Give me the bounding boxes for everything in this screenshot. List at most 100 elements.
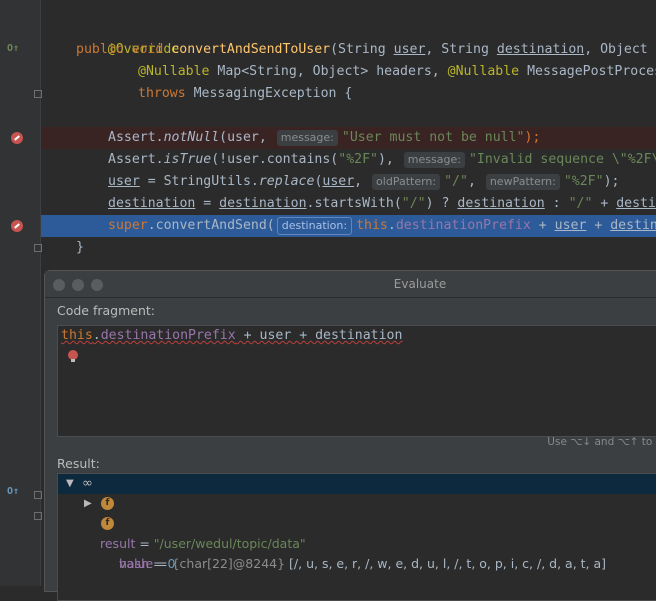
- code-text: ) ?: [425, 196, 458, 211]
- code-text: , String: [425, 42, 497, 57]
- variable: destina: [610, 218, 656, 233]
- code-text: (String: [330, 42, 394, 57]
- string-literal: "%2F": [563, 174, 604, 189]
- variable: destina: [616, 196, 656, 211]
- error-bulb-icon[interactable]: [68, 350, 78, 362]
- code-text: = StringUtils.: [139, 174, 259, 189]
- code-text: .: [387, 218, 396, 233]
- code-text: (!user.contains(: [211, 152, 339, 167]
- keyword: public: [76, 42, 124, 57]
- tree-row-result[interactable]: ▼ ∞ result = "/user/wedul/topic/data": [58, 474, 656, 551]
- code-line: user = StringUtils.replace(user, oldPatt…: [41, 171, 656, 193]
- field-name: hash: [119, 556, 150, 571]
- code-fragment-text: this.destinationPrefix + user + destinat…: [61, 328, 402, 343]
- annotation: @Nullable: [138, 64, 210, 79]
- field-icon: f: [101, 497, 114, 510]
- code-line: }: [41, 237, 656, 259]
- code-text: +: [592, 196, 617, 211]
- tree-row-hash[interactable]: f hash = 0: [58, 514, 656, 571]
- navigation-hint: Use ⌥↓ and ⌥↑ to nav: [547, 436, 656, 448]
- result-name: result: [100, 536, 136, 551]
- code-text: +: [586, 218, 611, 233]
- code-text: =: [195, 196, 220, 211]
- code-text: .convertAndSend(: [147, 218, 275, 233]
- code-text: );: [603, 174, 620, 189]
- code-line: @Nullable Map<String, Object> headers, @…: [41, 61, 656, 83]
- keyword: throws: [138, 86, 186, 101]
- code-fragment-label: Code fragment:: [57, 303, 156, 318]
- field-value: [/, u, s, e, r, /, w, e, d, u, l, /, t, …: [289, 556, 607, 571]
- param-name: destination: [496, 42, 585, 57]
- chevron-down-icon[interactable]: ▼: [66, 474, 74, 494]
- field-name: destinationPrefix: [100, 328, 236, 343]
- annotation: @Nullable: [447, 64, 520, 79]
- code-text: );: [524, 130, 541, 145]
- dialog-title: Evaluate: [393, 277, 447, 291]
- keyword: this: [61, 328, 93, 343]
- code-text: Assert.: [108, 130, 164, 145]
- override-method-icon[interactable]: O↑: [7, 43, 19, 54]
- watch-infinity-icon: ∞: [82, 476, 93, 491]
- variable: destination: [219, 196, 307, 211]
- parameter-hint: newPattern:: [485, 174, 560, 190]
- parameter-hint: message:: [403, 152, 465, 168]
- string-literal: "Invalid sequence \"%2F\": [468, 152, 656, 167]
- field-type: {char[22]@8244}: [171, 556, 286, 571]
- code-text: , Object pa: [584, 42, 656, 57]
- chevron-right-icon[interactable]: ▶: [84, 494, 92, 514]
- variable: destination: [457, 196, 545, 211]
- tree-row-value[interactable]: ▶ f value = {char[22]@8244} [/, u, s, e,…: [58, 494, 656, 571]
- breakpoint-icon[interactable]: [11, 220, 23, 232]
- method-name: notNull: [163, 130, 220, 145]
- code-text: ),: [377, 152, 402, 167]
- code-text: MessagePostProcess: [519, 64, 656, 79]
- code-text: MessagingException {: [185, 86, 353, 101]
- keyword: super: [108, 218, 148, 233]
- code-text: }: [76, 240, 84, 255]
- param-name: user: [393, 42, 426, 57]
- string-literal: "User must not be null": [341, 130, 525, 145]
- variable: destination: [108, 196, 196, 211]
- variable: user: [108, 174, 140, 189]
- field-value: 0: [167, 556, 176, 571]
- string-literal: "/": [444, 174, 468, 189]
- variable: user: [554, 218, 587, 233]
- code-text: Map<String, Object> headers,: [209, 64, 448, 79]
- string-literal: "/": [401, 196, 426, 211]
- code-line: Assert.isTrue(!user.contains("%2F"), mes…: [41, 149, 656, 171]
- result-eq: =: [135, 536, 154, 551]
- result-line: result = "/user/wedul/topic/data": [100, 534, 306, 554]
- code-text: Assert.: [108, 152, 164, 167]
- string-literal: "%2F": [338, 152, 378, 167]
- code-text: :: [544, 196, 569, 211]
- code-fragment-input[interactable]: this.destinationPrefix + user + destinat…: [57, 325, 656, 437]
- code-text: .startsWith(: [306, 196, 402, 211]
- method-name: replace: [258, 174, 315, 189]
- code-text: + user + destination: [235, 328, 403, 343]
- code-text: (user,: [219, 130, 275, 145]
- field-name: destinationPrefix: [395, 218, 531, 233]
- result-value: "/user/wedul/topic/data": [153, 536, 306, 551]
- breakpoint-icon[interactable]: [11, 132, 23, 144]
- keyword: void: [131, 42, 164, 57]
- hash-line: hash = 0: [119, 554, 175, 574]
- dialog-titlebar[interactable]: Evaluate: [45, 271, 656, 298]
- breakpoint-line[interactable]: Assert.notNull(user, message: "User must …: [41, 127, 656, 149]
- result-tree[interactable]: ▼ ∞ result = "/user/wedul/topic/data" ▶ …: [57, 473, 656, 601]
- field-icon: f: [101, 517, 114, 530]
- code-line: public void convertAndSendToUser(String …: [41, 39, 656, 61]
- code-text: +: [530, 218, 555, 233]
- current-execution-line[interactable]: super.convertAndSend(destination: this.de…: [41, 215, 656, 237]
- parameter-hint: oldPattern:: [372, 174, 441, 190]
- evaluate-dialog: Evaluate Code fragment: this.destination…: [44, 270, 656, 601]
- result-label: Result:: [57, 456, 100, 471]
- value-line: value = {char[22]@8244} [/, u, s, e, r, …: [119, 554, 606, 574]
- code-line: destination = destination.startsWith("/"…: [41, 193, 656, 215]
- code-text: ,: [354, 174, 371, 189]
- code-text: .: [92, 328, 101, 343]
- editor-gutter[interactable]: O↑ O↑: [0, 0, 42, 586]
- implementation-icon[interactable]: O↑: [7, 486, 19, 497]
- field-eq: =: [149, 556, 168, 571]
- method-name: isTrue: [163, 152, 212, 167]
- parameter-hint: message:: [276, 130, 338, 146]
